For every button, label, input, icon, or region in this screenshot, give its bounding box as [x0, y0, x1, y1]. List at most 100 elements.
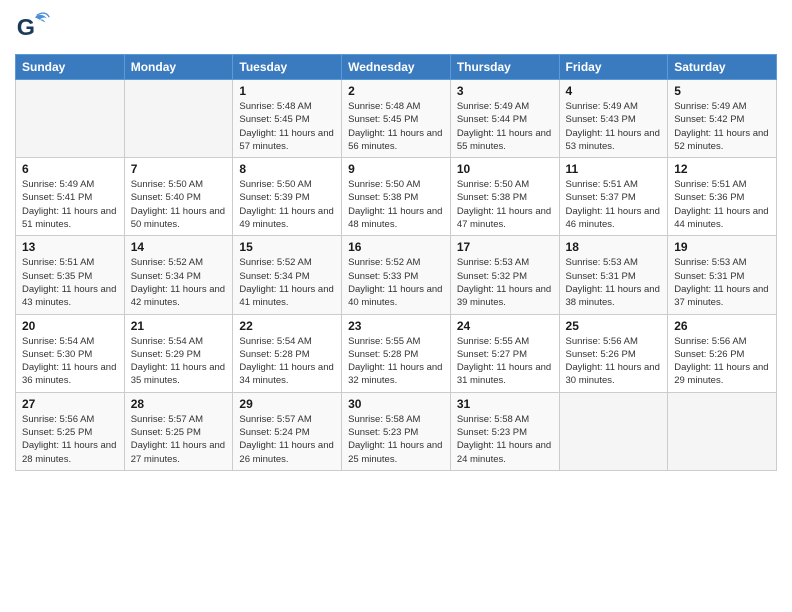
- page-header: G: [15, 10, 777, 46]
- day-info: Sunrise: 5:53 AMSunset: 5:31 PMDaylight:…: [674, 256, 770, 309]
- calendar-cell: 4Sunrise: 5:49 AMSunset: 5:43 PMDaylight…: [559, 80, 668, 158]
- day-number: 26: [674, 319, 770, 333]
- day-info: Sunrise: 5:50 AMSunset: 5:40 PMDaylight:…: [131, 178, 227, 231]
- calendar-cell: 31Sunrise: 5:58 AMSunset: 5:23 PMDayligh…: [450, 392, 559, 470]
- day-of-week-header: Monday: [124, 55, 233, 80]
- day-number: 29: [239, 397, 335, 411]
- day-number: 19: [674, 240, 770, 254]
- day-info: Sunrise: 5:49 AMSunset: 5:43 PMDaylight:…: [566, 100, 662, 153]
- day-info: Sunrise: 5:57 AMSunset: 5:24 PMDaylight:…: [239, 413, 335, 466]
- calendar-week-row: 6 Sunrise: 5:49 AMSunset: 5:41 PMDaylight…: [16, 158, 777, 236]
- calendar-cell: 24Sunrise: 5:55 AMSunset: 5:27 PMDayligh…: [450, 314, 559, 392]
- day-number: 9: [348, 162, 444, 176]
- calendar-cell: 26 Sunrise: 5:56 AMSunset: 5:26 PMDayligh…: [668, 314, 777, 392]
- day-info: Sunrise: 5:49 AMSunset: 5:41 PMDaylight:…: [22, 178, 118, 231]
- day-info: Sunrise: 5:54 AMSunset: 5:30 PMDaylight:…: [22, 335, 118, 388]
- day-info: Sunrise: 5:51 AMSunset: 5:35 PMDaylight:…: [22, 256, 118, 309]
- day-number: 20: [22, 319, 118, 333]
- calendar-table: SundayMondayTuesdayWednesdayThursdayFrid…: [15, 54, 777, 471]
- day-info: Sunrise: 5:51 AMSunset: 5:36 PMDaylight:…: [674, 178, 770, 231]
- day-info: Sunrise: 5:53 AMSunset: 5:31 PMDaylight:…: [566, 256, 662, 309]
- calendar-cell: 17Sunrise: 5:53 AMSunset: 5:32 PMDayligh…: [450, 236, 559, 314]
- logo-icon: G: [15, 10, 51, 46]
- day-number: 11: [566, 162, 662, 176]
- day-info: Sunrise: 5:56 AMSunset: 5:25 PMDaylight:…: [22, 413, 118, 466]
- calendar-cell: [124, 80, 233, 158]
- day-info: Sunrise: 5:54 AMSunset: 5:29 PMDaylight:…: [131, 335, 227, 388]
- calendar-cell: 2 Sunrise: 5:48 AMSunset: 5:45 PMDaylight…: [342, 80, 451, 158]
- day-info: Sunrise: 5:50 AMSunset: 5:38 PMDaylight:…: [348, 178, 444, 231]
- day-number: 27: [22, 397, 118, 411]
- day-info: Sunrise: 5:48 AMSunset: 5:45 PMDaylight:…: [239, 100, 335, 153]
- calendar-cell: 21 Sunrise: 5:54 AMSunset: 5:29 PMDayligh…: [124, 314, 233, 392]
- calendar-cell: [668, 392, 777, 470]
- calendar-cell: 8 Sunrise: 5:50 AMSunset: 5:39 PMDaylight…: [233, 158, 342, 236]
- logo: G: [15, 10, 55, 46]
- day-of-week-header: Tuesday: [233, 55, 342, 80]
- day-of-week-header: Sunday: [16, 55, 125, 80]
- calendar-cell: 22 Sunrise: 5:54 AMSunset: 5:28 PMDayligh…: [233, 314, 342, 392]
- day-number: 17: [457, 240, 553, 254]
- calendar-cell: 10 Sunrise: 5:50 AMSunset: 5:38 PMDayligh…: [450, 158, 559, 236]
- day-number: 23: [348, 319, 444, 333]
- day-number: 10: [457, 162, 553, 176]
- calendar-cell: 20 Sunrise: 5:54 AMSunset: 5:30 PMDayligh…: [16, 314, 125, 392]
- svg-text:G: G: [17, 14, 35, 40]
- day-number: 30: [348, 397, 444, 411]
- day-number: 13: [22, 240, 118, 254]
- calendar-cell: 28 Sunrise: 5:57 AMSunset: 5:25 PMDayligh…: [124, 392, 233, 470]
- day-number: 24: [457, 319, 553, 333]
- calendar-cell: 1 Sunrise: 5:48 AMSunset: 5:45 PMDaylight…: [233, 80, 342, 158]
- calendar-cell: 30 Sunrise: 5:58 AMSunset: 5:23 PMDayligh…: [342, 392, 451, 470]
- day-number: 16: [348, 240, 444, 254]
- day-info: Sunrise: 5:52 AMSunset: 5:34 PMDaylight:…: [239, 256, 335, 309]
- day-number: 31: [457, 397, 553, 411]
- day-info: Sunrise: 5:50 AMSunset: 5:39 PMDaylight:…: [239, 178, 335, 231]
- day-number: 3: [457, 84, 553, 98]
- calendar-week-row: 1 Sunrise: 5:48 AMSunset: 5:45 PMDaylight…: [16, 80, 777, 158]
- calendar-cell: 9 Sunrise: 5:50 AMSunset: 5:38 PMDaylight…: [342, 158, 451, 236]
- day-number: 5: [674, 84, 770, 98]
- calendar-cell: 23 Sunrise: 5:55 AMSunset: 5:28 PMDayligh…: [342, 314, 451, 392]
- day-info: Sunrise: 5:51 AMSunset: 5:37 PMDaylight:…: [566, 178, 662, 231]
- day-number: 1: [239, 84, 335, 98]
- day-number: 22: [239, 319, 335, 333]
- day-number: 28: [131, 397, 227, 411]
- day-of-week-header: Thursday: [450, 55, 559, 80]
- day-info: Sunrise: 5:56 AMSunset: 5:26 PMDaylight:…: [674, 335, 770, 388]
- day-info: Sunrise: 5:50 AMSunset: 5:38 PMDaylight:…: [457, 178, 553, 231]
- day-info: Sunrise: 5:52 AMSunset: 5:33 PMDaylight:…: [348, 256, 444, 309]
- calendar-cell: 15 Sunrise: 5:52 AMSunset: 5:34 PMDayligh…: [233, 236, 342, 314]
- day-info: Sunrise: 5:52 AMSunset: 5:34 PMDaylight:…: [131, 256, 227, 309]
- calendar-cell: 29 Sunrise: 5:57 AMSunset: 5:24 PMDayligh…: [233, 392, 342, 470]
- calendar-cell: 16 Sunrise: 5:52 AMSunset: 5:33 PMDayligh…: [342, 236, 451, 314]
- day-number: 21: [131, 319, 227, 333]
- day-info: Sunrise: 5:48 AMSunset: 5:45 PMDaylight:…: [348, 100, 444, 153]
- day-number: 2: [348, 84, 444, 98]
- day-number: 12: [674, 162, 770, 176]
- calendar-cell: 18Sunrise: 5:53 AMSunset: 5:31 PMDayligh…: [559, 236, 668, 314]
- calendar-week-row: 20 Sunrise: 5:54 AMSunset: 5:30 PMDayligh…: [16, 314, 777, 392]
- day-info: Sunrise: 5:54 AMSunset: 5:28 PMDaylight:…: [239, 335, 335, 388]
- day-number: 8: [239, 162, 335, 176]
- calendar-cell: 12 Sunrise: 5:51 AMSunset: 5:36 PMDayligh…: [668, 158, 777, 236]
- calendar-cell: 13 Sunrise: 5:51 AMSunset: 5:35 PMDayligh…: [16, 236, 125, 314]
- calendar-cell: [559, 392, 668, 470]
- day-of-week-header: Saturday: [668, 55, 777, 80]
- calendar-cell: 27 Sunrise: 5:56 AMSunset: 5:25 PMDayligh…: [16, 392, 125, 470]
- day-info: Sunrise: 5:49 AMSunset: 5:44 PMDaylight:…: [457, 100, 553, 153]
- calendar-cell: 5 Sunrise: 5:49 AMSunset: 5:42 PMDaylight…: [668, 80, 777, 158]
- day-info: Sunrise: 5:58 AMSunset: 5:23 PMDaylight:…: [348, 413, 444, 466]
- calendar-cell: 25Sunrise: 5:56 AMSunset: 5:26 PMDayligh…: [559, 314, 668, 392]
- day-info: Sunrise: 5:55 AMSunset: 5:28 PMDaylight:…: [348, 335, 444, 388]
- day-info: Sunrise: 5:49 AMSunset: 5:42 PMDaylight:…: [674, 100, 770, 153]
- calendar-cell: 19 Sunrise: 5:53 AMSunset: 5:31 PMDayligh…: [668, 236, 777, 314]
- day-number: 15: [239, 240, 335, 254]
- day-info: Sunrise: 5:57 AMSunset: 5:25 PMDaylight:…: [131, 413, 227, 466]
- day-number: 7: [131, 162, 227, 176]
- calendar-cell: 7 Sunrise: 5:50 AMSunset: 5:40 PMDaylight…: [124, 158, 233, 236]
- calendar-cell: 14Sunrise: 5:52 AMSunset: 5:34 PMDayligh…: [124, 236, 233, 314]
- day-number: 25: [566, 319, 662, 333]
- calendar-week-row: 13 Sunrise: 5:51 AMSunset: 5:35 PMDayligh…: [16, 236, 777, 314]
- day-number: 6: [22, 162, 118, 176]
